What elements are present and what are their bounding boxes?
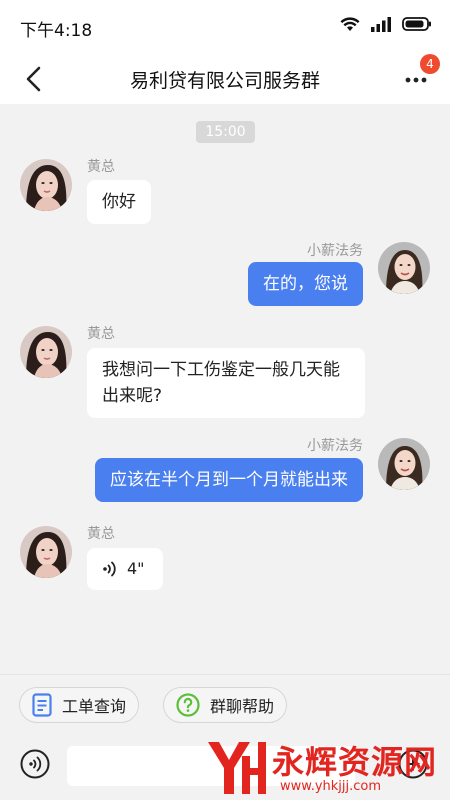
- status-time: 下午4:18: [20, 21, 93, 41]
- sender-name: 小薪法务: [307, 438, 363, 454]
- woman-portrait-icon: [20, 326, 72, 378]
- page-title: 易利贷有限公司服务群: [129, 70, 320, 92]
- avatar[interactable]: [20, 159, 72, 211]
- plus-icon[interactable]: [398, 749, 428, 779]
- document-icon: [32, 693, 52, 717]
- signal-icon: [371, 17, 391, 32]
- sender-name: 黄总: [87, 159, 115, 175]
- status-icons: [340, 16, 432, 32]
- notification-badge: 4: [420, 54, 440, 74]
- voice-duration: 4": [127, 559, 145, 578]
- woman-portrait-icon: [20, 159, 72, 211]
- bottom-panel: 工单查询 群聊帮助: [0, 674, 450, 800]
- voice-input-icon[interactable]: [20, 749, 50, 779]
- woman-portrait-icon: [378, 242, 430, 294]
- avatar[interactable]: [378, 242, 430, 294]
- work-order-query-button[interactable]: 工单查询: [19, 687, 140, 723]
- input-row: [0, 741, 450, 800]
- sender-name: 黄总: [87, 326, 115, 342]
- voice-message-bubble[interactable]: 4": [87, 548, 163, 590]
- wifi-icon: [340, 17, 360, 31]
- avatar[interactable]: [378, 438, 430, 490]
- battery-icon: [402, 17, 431, 31]
- question-icon: [176, 693, 200, 717]
- message-bubble[interactable]: 应该在半个月到一个月就能出来: [95, 458, 363, 502]
- woman-portrait-icon: [378, 438, 430, 490]
- avatar[interactable]: [20, 526, 72, 578]
- chip-label: 工单查询: [62, 697, 127, 716]
- woman-portrait-icon: [20, 526, 72, 578]
- sender-name: 小薪法务: [307, 243, 363, 259]
- message-bubble[interactable]: 在的，您说: [248, 262, 363, 306]
- voice-wave-icon: [103, 561, 116, 577]
- avatar[interactable]: [20, 326, 72, 378]
- chat-area[interactable]: 15:00 黄总 你好 小薪法务 在的，您说 黄总 我想问一下工伤鉴定一般几天能…: [0, 104, 450, 674]
- message-bubble[interactable]: 我想问一下工伤鉴定一般几天能出来呢?: [87, 348, 365, 418]
- group-help-button[interactable]: 群聊帮助: [163, 687, 288, 723]
- message-input[interactable]: [67, 746, 355, 786]
- message-bubble[interactable]: 你好: [87, 180, 151, 224]
- sender-name: 黄总: [87, 526, 115, 542]
- nav-bar: 易利贷有限公司服务群: [0, 52, 450, 104]
- chip-label: 群聊帮助: [210, 697, 275, 716]
- status-bar: 下午4:18: [0, 0, 450, 52]
- timestamp: 15:00: [196, 121, 255, 143]
